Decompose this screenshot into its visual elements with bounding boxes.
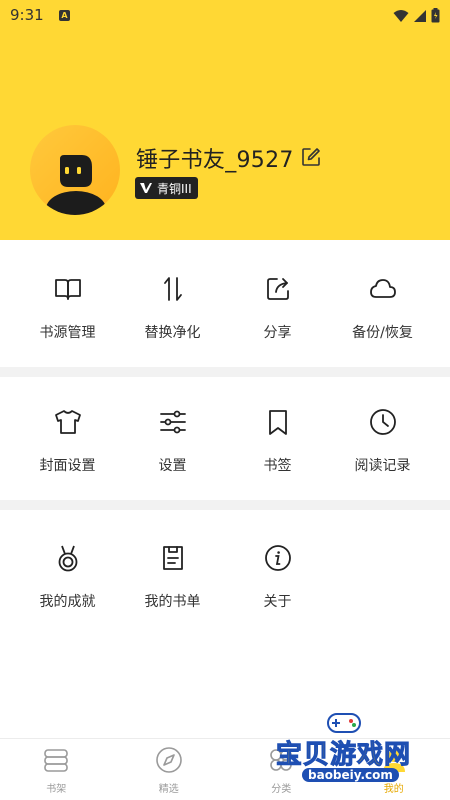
menu-item-label: 分享 [263,325,292,341]
level-badge: 青铜III [135,177,198,199]
menu-item-my-booklist[interactable]: 我的书单 [120,543,225,630]
menu-item-label: 备份/恢复 [352,325,413,341]
document-list-icon [162,546,183,570]
share-icon [266,278,289,300]
section-divider [0,500,450,510]
menu-item-replace-purify[interactable]: 替换净化 [120,274,225,367]
info-icon [264,545,291,571]
menu-item-achievements[interactable]: 我的成就 [15,543,120,630]
menu-item-label: 阅读记录 [354,458,411,474]
battery-icon [431,8,440,23]
avatar[interactable] [30,125,120,215]
edit-icon [302,148,320,166]
profile-header: 9:31 A 锤子书友_9527 青铜III [0,0,450,240]
menu-row-3: 我的成就 我的书单 关于 [0,510,450,630]
menu-item-label: 我的成就 [39,594,96,610]
clock-icon [369,409,396,435]
tab-featured[interactable]: 精选 [113,739,226,800]
menu-item-reading-history[interactable]: 阅读记录 [330,407,435,500]
compass-icon [155,747,182,773]
menu-row-2: 封面设置 设置 书签 阅读记录 [0,377,450,500]
swap-vertical-icon [163,277,182,301]
menu-item-share[interactable]: 分享 [225,274,330,367]
watermark: 宝贝游戏网 baobeiy.com [268,706,448,796]
level-badge-label: 青铜III [157,181,192,196]
menu-item-label: 设置 [158,458,187,474]
menu-item-bookmarks[interactable]: 书签 [225,407,330,500]
tab-bookshelf[interactable]: 书架 [0,739,113,800]
menu-item-label: 封面设置 [39,458,96,474]
book-open-icon [54,279,81,300]
cloud-icon [369,279,396,298]
menu-item-cover-settings[interactable]: 封面设置 [15,407,120,500]
edit-profile-button[interactable] [300,146,322,168]
avatar-character-icon [46,155,106,215]
menu-item-label: 书签 [263,458,292,474]
tab-label: 精选 [158,784,179,795]
status-bar: 9:31 A [0,0,450,32]
tshirt-icon [54,410,81,434]
signal-icon [414,9,426,22]
v-level-icon [140,183,152,193]
status-time: 9:31 [10,6,44,24]
bookmark-icon [268,410,287,435]
wifi-icon [393,9,409,22]
tab-label: 书架 [46,784,67,795]
bookshelf-icon [44,749,69,772]
status-indicators [393,8,440,23]
watermark-text: 宝贝游戏网 [275,740,412,771]
watermark-url: baobeiy.com [302,768,399,782]
menu-item-about[interactable]: 关于 [225,543,330,630]
menu-item-backup-restore[interactable]: 备份/恢复 [330,274,435,367]
menu-item-book-sources[interactable]: 书源管理 [15,274,120,367]
section-divider [0,367,450,377]
medal-icon [58,545,77,572]
app-notification-icon: A [59,10,70,21]
menu-row-1: 书源管理 替换净化 分享 备份/恢复 [0,240,450,367]
menu-item-label: 书源管理 [39,325,96,341]
menu-item-label: 我的书单 [144,594,201,610]
username: 锤子书友_9527 [136,148,294,173]
sliders-icon [159,410,186,434]
gamepad-icon [327,713,361,733]
menu-item-label: 替换净化 [144,325,201,341]
menu-item-label: 关于 [263,594,292,610]
menu-item-settings[interactable]: 设置 [120,407,225,500]
